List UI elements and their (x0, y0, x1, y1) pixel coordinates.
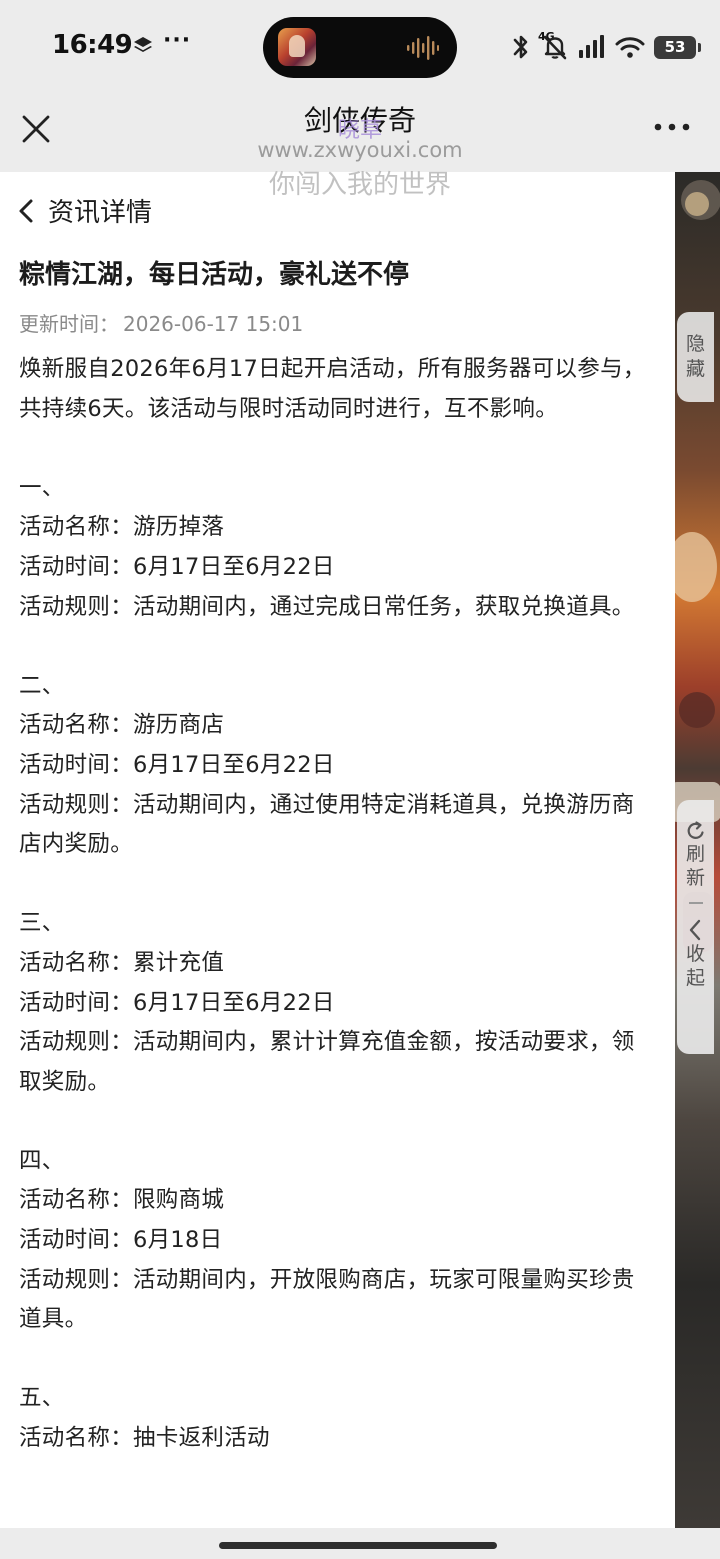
update-time-row: 更新时间： 2026-06-17 15:01 (19, 308, 303, 337)
side-refresh-char: 刷 (685, 843, 705, 865)
side-divider (688, 902, 703, 904)
side-action-panel: 刷 新 收 起 (677, 800, 714, 1054)
mute-bell-icon (543, 35, 567, 60)
side-collapse-char: 起 (685, 967, 705, 989)
section-rule: 活动规则：活动期间内，通过完成日常任务，获取兑换道具。 (19, 593, 635, 620)
section-name: 活动名称：游历掉落 (19, 514, 225, 541)
section-name: 活动名称：抽卡返利活动 (19, 1425, 270, 1452)
bottom-bar (0, 1528, 720, 1559)
chevron-left-icon (690, 919, 701, 941)
side-refresh-button[interactable]: 刷 新 (685, 820, 707, 890)
section-number: 三、 (19, 910, 65, 937)
mini-app-nav-bar: 剑侠传奇 (0, 95, 720, 172)
section-time: 活动时间：6月17日至6月22日 (19, 751, 335, 778)
bluetooth-icon (513, 35, 528, 59)
signal-icon (579, 35, 604, 58)
more-icon[interactable] (654, 117, 690, 137)
update-time-label: 更新时间： (19, 312, 119, 336)
article-intro: 焕新服自2026年6月17日起开启活动，所有服务器可以参与，共持续6天。该活动与… (19, 356, 646, 422)
section-time: 活动时间：6月17日至6月22日 (19, 989, 335, 1016)
status-overflow: ··· (163, 28, 192, 53)
side-collapse-button[interactable]: 收 起 (686, 918, 705, 990)
update-time-value: 2026-06-17 15:01 (123, 312, 304, 336)
app-title: 剑侠传奇 (303, 104, 416, 137)
section-rule: 活动规则：活动期间内，通过使用特定消耗道具，兑换游历商店内奖励。 (19, 791, 635, 858)
section-time: 活动时间：6月18日 (19, 1227, 223, 1254)
dynamic-island[interactable] (263, 17, 457, 78)
status-time: 16:49 (52, 30, 133, 60)
article-title: 粽情江湖，每日活动，豪礼送不停 (19, 260, 410, 290)
section-rule: 活动规则：活动期间内，累计计算充值金额，按活动要求，领取奖励。 (19, 1029, 635, 1095)
sound-wave-icon (407, 36, 439, 60)
chevron-left-icon (19, 199, 33, 222)
section-name: 活动名称：限购商城 (19, 1187, 225, 1214)
wifi-icon (615, 37, 645, 58)
section-name: 活动名称：累计充值 (19, 949, 225, 976)
back-button[interactable]: 资讯详情 (16, 192, 152, 229)
back-label: 资讯详情 (48, 198, 153, 228)
side-hide-char: 藏 (685, 358, 705, 380)
article-body: 焕新服自2026年6月17日起开启活动，所有服务器可以参与，共持续6天。该活动与… (19, 350, 655, 1459)
side-collapse-char: 收 (685, 943, 705, 965)
section-name: 活动名称：游历商店 (19, 712, 225, 739)
section-rule: 活动规则：活动期间内，开放限购商店，玩家可限量购买珍贵道具。 (19, 1266, 635, 1333)
side-refresh-char: 新 (685, 867, 705, 889)
section-number: 二、 (19, 672, 65, 699)
battery-icon: 53 (654, 35, 701, 59)
refresh-icon (687, 821, 704, 839)
side-hide-char: 隐 (685, 333, 705, 355)
section-number: 一、 (19, 474, 65, 501)
article-panel[interactable]: 资讯详情 粽情江湖，每日活动，豪礼送不停 更新时间： 2026-06-17 15:… (0, 172, 675, 1528)
layers-icon (134, 37, 152, 52)
side-hide-button[interactable]: 隐 藏 (677, 312, 714, 402)
section-time: 活动时间：6月17日至6月22日 (19, 553, 335, 580)
section-number: 五、 (19, 1385, 65, 1412)
status-bar: 16:49 ··· 4G 53 (0, 0, 720, 95)
home-indicator[interactable] (219, 1542, 497, 1549)
game-app-icon[interactable] (278, 28, 316, 66)
status-icons: 53 (510, 30, 701, 64)
section-number: 四、 (19, 1147, 65, 1174)
battery-level: 53 (664, 38, 686, 56)
